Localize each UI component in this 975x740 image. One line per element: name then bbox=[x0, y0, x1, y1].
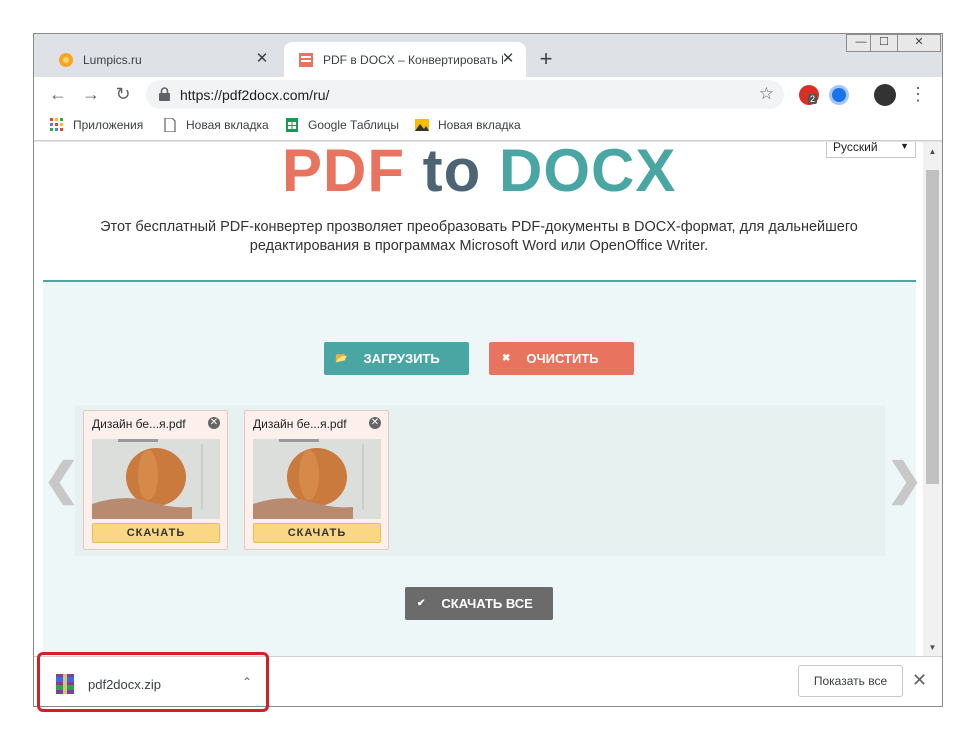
file-card: Дизайн бе...я.pdf ✕ СКАЧАТЬ bbox=[83, 410, 228, 550]
new-tab-button[interactable]: + bbox=[534, 48, 558, 72]
language-select[interactable]: Русский ▼ bbox=[826, 142, 916, 158]
remove-file-icon[interactable]: ✕ bbox=[369, 417, 381, 429]
forward-button[interactable]: → bbox=[79, 83, 103, 107]
pdf2docx-logo: PDF to DOCX bbox=[282, 142, 676, 205]
converter-area: 📂 ЗАГРУЗИТЬ ✖ ОЧИСТИТЬ ❮ ❯ Дизайн бе...я… bbox=[43, 282, 923, 656]
language-value: Русский bbox=[833, 142, 878, 154]
checkmark-icon: ✔ bbox=[417, 598, 426, 609]
tab-pdf2docx[interactable]: PDF в DOCX – Конвертировать PDF в DOCX о… bbox=[284, 42, 526, 77]
scroll-down-arrow-icon[interactable]: ▼ bbox=[923, 640, 942, 656]
lumpics-favicon-icon bbox=[59, 52, 73, 67]
file-thumbnail bbox=[253, 439, 381, 519]
pdf2docx-favicon-icon bbox=[299, 52, 313, 67]
download-button[interactable]: СКАЧАТЬ bbox=[253, 523, 381, 543]
bookmark-label: Приложения bbox=[73, 118, 144, 132]
image-icon bbox=[415, 119, 429, 131]
window-close-button[interactable]: ✕ bbox=[897, 34, 941, 52]
back-button[interactable]: ← bbox=[46, 83, 70, 107]
vertical-scrollbar[interactable]: ▲ ▼ bbox=[923, 142, 942, 656]
logo-o: o bbox=[443, 142, 482, 204]
prev-arrow-icon[interactable]: ❮ bbox=[43, 454, 80, 505]
tab-title: Lumpics.ru bbox=[83, 52, 142, 67]
file-thumbnail bbox=[92, 439, 220, 519]
download-all-button[interactable]: ✔ СКАЧАТЬ ВСЕ bbox=[405, 587, 553, 620]
bookmark-star-icon[interactable]: ☆ bbox=[759, 84, 774, 104]
highlight-frame bbox=[37, 652, 269, 712]
file-name: Дизайн бе...я.pdf bbox=[253, 417, 347, 431]
x-icon: ✖ bbox=[502, 353, 511, 364]
menu-icon[interactable]: ⋮ bbox=[906, 83, 930, 107]
page-viewport: PDF to DOCX Русский ▼ Этот бесплатный PD… bbox=[34, 142, 942, 656]
folder-open-icon: 📂 bbox=[335, 353, 348, 364]
tab-close-icon[interactable]: ✕ bbox=[254, 51, 270, 67]
logo-pdf: PDF bbox=[282, 142, 423, 204]
apps-grid-icon bbox=[50, 118, 63, 131]
profile-avatar[interactable] bbox=[874, 84, 896, 106]
remove-file-icon[interactable]: ✕ bbox=[208, 417, 220, 429]
tab-close-icon[interactable]: ✕ bbox=[500, 51, 516, 67]
browser-window: Lumpics.ru ✕ PDF в DOCX – Конвертировать… bbox=[33, 33, 943, 707]
bookmark-google-sheets[interactable]: Google Таблицы bbox=[285, 118, 399, 132]
dropdown-arrow-icon: ▼ bbox=[900, 142, 909, 151]
scroll-up-arrow-icon[interactable]: ▲ bbox=[923, 144, 942, 160]
page-description: Этот бесплатный PDF-конвертер прозволяет… bbox=[100, 219, 858, 254]
bookmark-label: Новая вкладка bbox=[438, 118, 521, 132]
tab-title: PDF в DOCX – Конвертировать PDF в DOCX о… bbox=[323, 52, 503, 67]
download-all-label: СКАЧАТЬ ВСЕ bbox=[441, 596, 533, 611]
bookmarks-bar: Приложения Новая вкладка Google Таблицы … bbox=[34, 112, 942, 141]
bookmark-new-tab[interactable]: Новая вкладка bbox=[163, 118, 269, 132]
bookmark-label: Google Таблицы bbox=[308, 118, 400, 132]
browser-toolbar: ← → ↻ https://pdf2docx.com/ru/ ☆ 2 ⋮ bbox=[34, 77, 942, 112]
globe-extension-icon[interactable] bbox=[829, 85, 849, 105]
logo-docx: DOCX bbox=[481, 142, 677, 204]
file-name: Дизайн бе...я.pdf bbox=[92, 417, 186, 431]
upload-label: ЗАГРУЗИТЬ bbox=[363, 351, 440, 366]
clear-label: ОЧИСТИТЬ bbox=[526, 351, 599, 366]
pumpkin-thumbnail-image bbox=[92, 439, 220, 519]
pumpkin-thumbnail-image bbox=[253, 439, 381, 519]
file-card: Дизайн бе...я.pdf ✕ СКАЧАТЬ bbox=[244, 410, 389, 550]
bookmark-label: Новая вкладка bbox=[186, 118, 269, 132]
upload-button[interactable]: 📂 ЗАГРУЗИТЬ bbox=[324, 342, 469, 375]
extension-badge: 2 bbox=[808, 94, 818, 104]
download-button[interactable]: СКАЧАТЬ bbox=[92, 523, 220, 543]
url-text: https://pdf2docx.com/ru/ bbox=[180, 87, 330, 103]
bookmark-new-tab-2[interactable]: Новая вкладка bbox=[415, 118, 521, 132]
opera-extension-icon[interactable]: 2 bbox=[799, 85, 819, 105]
close-shelf-icon[interactable]: ✕ bbox=[912, 670, 927, 691]
tab-strip: Lumpics.ru ✕ PDF в DOCX – Конвертировать… bbox=[34, 34, 942, 77]
page-icon bbox=[164, 118, 176, 132]
tab-lumpics[interactable]: Lumpics.ru ✕ bbox=[44, 42, 280, 77]
clear-button[interactable]: ✖ ОЧИСТИТЬ bbox=[489, 342, 634, 375]
lock-icon bbox=[159, 87, 170, 101]
show-all-button[interactable]: Показать все bbox=[798, 665, 903, 697]
logo-t: t bbox=[422, 142, 444, 204]
reload-button[interactable]: ↻ bbox=[111, 83, 135, 107]
bookmark-apps[interactable]: Приложения bbox=[50, 118, 143, 132]
next-arrow-icon[interactable]: ❯ bbox=[886, 454, 923, 505]
scrollbar-thumb[interactable] bbox=[926, 170, 939, 484]
maximize-button[interactable]: ☐ bbox=[870, 34, 898, 52]
sheets-icon bbox=[286, 118, 298, 132]
address-bar[interactable]: https://pdf2docx.com/ru/ ☆ bbox=[146, 80, 784, 109]
